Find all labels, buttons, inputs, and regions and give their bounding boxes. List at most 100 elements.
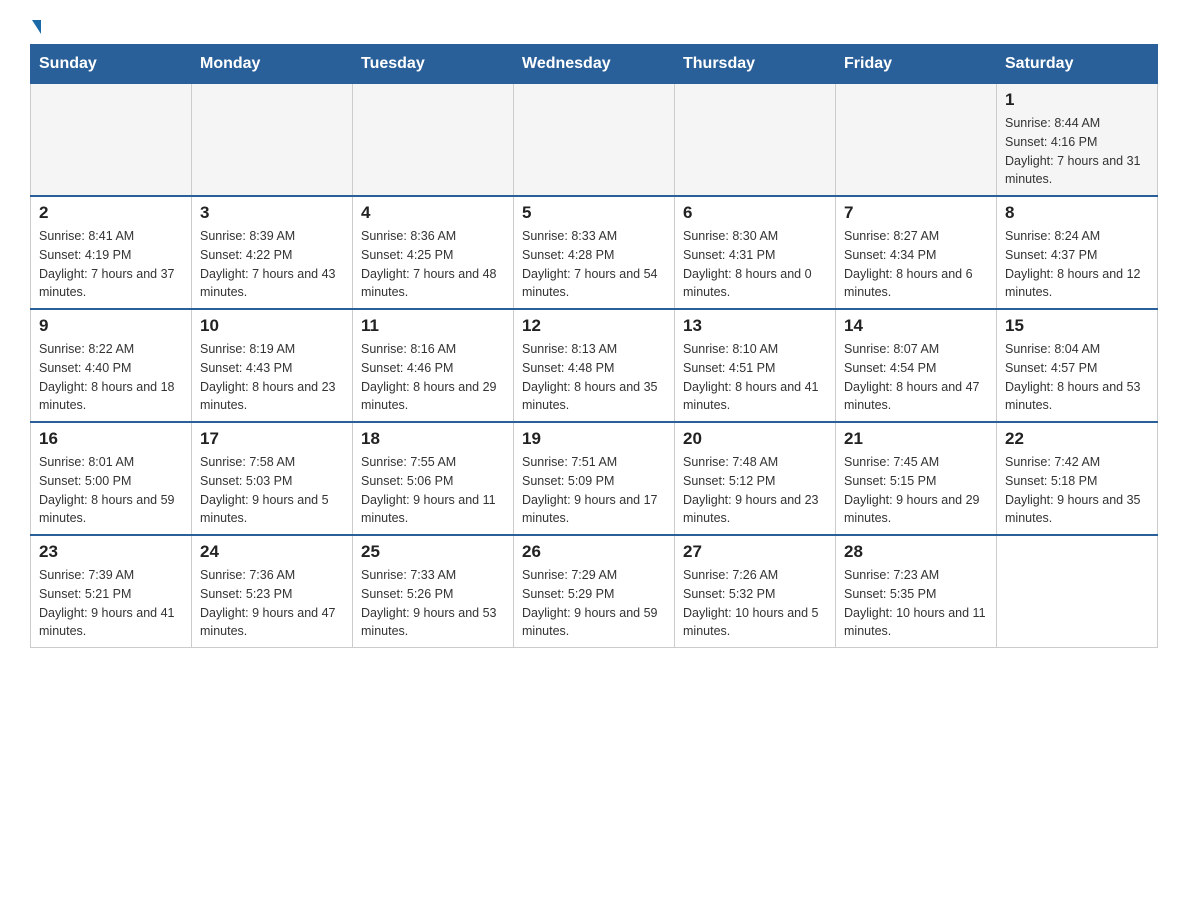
day-number: 6: [683, 203, 827, 223]
calendar-cell: [997, 535, 1158, 648]
day-number: 8: [1005, 203, 1149, 223]
calendar-cell: 26 Sunrise: 7:29 AMSunset: 5:29 PMDayligh…: [514, 535, 675, 648]
day-info: Sunrise: 7:45 AMSunset: 5:15 PMDaylight:…: [844, 453, 988, 528]
day-number: 4: [361, 203, 505, 223]
day-info: Sunrise: 7:33 AMSunset: 5:26 PMDaylight:…: [361, 566, 505, 641]
day-number: 5: [522, 203, 666, 223]
calendar-cell: 17 Sunrise: 7:58 AMSunset: 5:03 PMDayligh…: [192, 422, 353, 535]
logo-arrow-icon: [32, 20, 41, 34]
day-info: Sunrise: 8:22 AMSunset: 4:40 PMDaylight:…: [39, 340, 183, 415]
day-info: Sunrise: 8:41 AMSunset: 4:19 PMDaylight:…: [39, 227, 183, 302]
day-info: Sunrise: 8:30 AMSunset: 4:31 PMDaylight:…: [683, 227, 827, 302]
day-number: 15: [1005, 316, 1149, 336]
day-number: 28: [844, 542, 988, 562]
calendar-cell: 16 Sunrise: 8:01 AMSunset: 5:00 PMDayligh…: [31, 422, 192, 535]
day-number: 2: [39, 203, 183, 223]
calendar-cell: [675, 84, 836, 197]
day-number: 12: [522, 316, 666, 336]
day-info: Sunrise: 8:39 AMSunset: 4:22 PMDaylight:…: [200, 227, 344, 302]
calendar-cell: 20 Sunrise: 7:48 AMSunset: 5:12 PMDayligh…: [675, 422, 836, 535]
day-info: Sunrise: 8:01 AMSunset: 5:00 PMDaylight:…: [39, 453, 183, 528]
day-info: Sunrise: 8:10 AMSunset: 4:51 PMDaylight:…: [683, 340, 827, 415]
day-info: Sunrise: 7:23 AMSunset: 5:35 PMDaylight:…: [844, 566, 988, 641]
day-number: 16: [39, 429, 183, 449]
day-number: 22: [1005, 429, 1149, 449]
day-number: 20: [683, 429, 827, 449]
day-info: Sunrise: 7:29 AMSunset: 5:29 PMDaylight:…: [522, 566, 666, 641]
weekday-header-saturday: Saturday: [997, 45, 1158, 84]
calendar-cell: 28 Sunrise: 7:23 AMSunset: 5:35 PMDayligh…: [836, 535, 997, 648]
day-number: 7: [844, 203, 988, 223]
day-info: Sunrise: 8:16 AMSunset: 4:46 PMDaylight:…: [361, 340, 505, 415]
calendar-cell: [31, 84, 192, 197]
calendar-cell: 6 Sunrise: 8:30 AMSunset: 4:31 PMDaylight…: [675, 196, 836, 309]
week-row-1: 1 Sunrise: 8:44 AMSunset: 4:16 PMDaylight…: [31, 84, 1158, 197]
day-number: 13: [683, 316, 827, 336]
day-number: 26: [522, 542, 666, 562]
weekday-header-wednesday: Wednesday: [514, 45, 675, 84]
week-row-4: 16 Sunrise: 8:01 AMSunset: 5:00 PMDayligh…: [31, 422, 1158, 535]
calendar-cell: 19 Sunrise: 7:51 AMSunset: 5:09 PMDayligh…: [514, 422, 675, 535]
day-info: Sunrise: 7:48 AMSunset: 5:12 PMDaylight:…: [683, 453, 827, 528]
calendar-cell: 10 Sunrise: 8:19 AMSunset: 4:43 PMDayligh…: [192, 309, 353, 422]
day-number: 18: [361, 429, 505, 449]
calendar-cell: 13 Sunrise: 8:10 AMSunset: 4:51 PMDayligh…: [675, 309, 836, 422]
day-number: 14: [844, 316, 988, 336]
calendar-cell: 24Sunrise: 7:36 AMSunset: 5:23 PMDayligh…: [192, 535, 353, 648]
day-number: 10: [200, 316, 344, 336]
day-info: Sunrise: 8:44 AMSunset: 4:16 PMDaylight:…: [1005, 114, 1149, 189]
day-info: Sunrise: 8:13 AMSunset: 4:48 PMDaylight:…: [522, 340, 666, 415]
day-number: 11: [361, 316, 505, 336]
day-info: Sunrise: 8:36 AMSunset: 4:25 PMDaylight:…: [361, 227, 505, 302]
day-info: Sunrise: 7:36 AMSunset: 5:23 PMDaylight:…: [200, 566, 344, 641]
calendar-cell: 21 Sunrise: 7:45 AMSunset: 5:15 PMDayligh…: [836, 422, 997, 535]
day-number: 21: [844, 429, 988, 449]
weekday-header-friday: Friday: [836, 45, 997, 84]
weekday-header-row: SundayMondayTuesdayWednesdayThursdayFrid…: [31, 45, 1158, 84]
week-row-2: 2 Sunrise: 8:41 AMSunset: 4:19 PMDaylight…: [31, 196, 1158, 309]
calendar-cell: 3 Sunrise: 8:39 AMSunset: 4:22 PMDaylight…: [192, 196, 353, 309]
calendar-cell: 22 Sunrise: 7:42 AMSunset: 5:18 PMDayligh…: [997, 422, 1158, 535]
weekday-header-monday: Monday: [192, 45, 353, 84]
day-info: Sunrise: 7:58 AMSunset: 5:03 PMDaylight:…: [200, 453, 344, 528]
calendar-cell: 7Sunrise: 8:27 AMSunset: 4:34 PMDaylight…: [836, 196, 997, 309]
calendar-cell: 25 Sunrise: 7:33 AMSunset: 5:26 PMDayligh…: [353, 535, 514, 648]
day-info: Sunrise: 8:24 AMSunset: 4:37 PMDaylight:…: [1005, 227, 1149, 302]
day-number: 19: [522, 429, 666, 449]
day-info: Sunrise: 8:07 AMSunset: 4:54 PMDaylight:…: [844, 340, 988, 415]
weekday-header-thursday: Thursday: [675, 45, 836, 84]
calendar-cell: 5 Sunrise: 8:33 AMSunset: 4:28 PMDaylight…: [514, 196, 675, 309]
day-info: Sunrise: 7:39 AMSunset: 5:21 PMDaylight:…: [39, 566, 183, 641]
day-info: Sunrise: 7:42 AMSunset: 5:18 PMDaylight:…: [1005, 453, 1149, 528]
day-number: 3: [200, 203, 344, 223]
weekday-header-sunday: Sunday: [31, 45, 192, 84]
calendar-cell: 27Sunrise: 7:26 AMSunset: 5:32 PMDayligh…: [675, 535, 836, 648]
calendar-table: SundayMondayTuesdayWednesdayThursdayFrid…: [30, 44, 1158, 648]
calendar-cell: 1 Sunrise: 8:44 AMSunset: 4:16 PMDaylight…: [997, 84, 1158, 197]
day-number: 25: [361, 542, 505, 562]
calendar-cell: [192, 84, 353, 197]
calendar-cell: 23 Sunrise: 7:39 AMSunset: 5:21 PMDayligh…: [31, 535, 192, 648]
calendar-cell: 9 Sunrise: 8:22 AMSunset: 4:40 PMDaylight…: [31, 309, 192, 422]
calendar-cell: 18 Sunrise: 7:55 AMSunset: 5:06 PMDayligh…: [353, 422, 514, 535]
day-info: Sunrise: 7:55 AMSunset: 5:06 PMDaylight:…: [361, 453, 505, 528]
day-number: 17: [200, 429, 344, 449]
day-info: Sunrise: 8:33 AMSunset: 4:28 PMDaylight:…: [522, 227, 666, 302]
calendar-cell: 4 Sunrise: 8:36 AMSunset: 4:25 PMDaylight…: [353, 196, 514, 309]
calendar-cell: 12 Sunrise: 8:13 AMSunset: 4:48 PMDayligh…: [514, 309, 675, 422]
day-info: Sunrise: 8:19 AMSunset: 4:43 PMDaylight:…: [200, 340, 344, 415]
calendar-cell: [514, 84, 675, 197]
page-header: [30, 20, 1158, 34]
day-number: 23: [39, 542, 183, 562]
week-row-5: 23 Sunrise: 7:39 AMSunset: 5:21 PMDayligh…: [31, 535, 1158, 648]
calendar-cell: [836, 84, 997, 197]
day-number: 1: [1005, 90, 1149, 110]
calendar-cell: 11 Sunrise: 8:16 AMSunset: 4:46 PMDayligh…: [353, 309, 514, 422]
calendar-cell: 2 Sunrise: 8:41 AMSunset: 4:19 PMDaylight…: [31, 196, 192, 309]
day-number: 27: [683, 542, 827, 562]
weekday-header-tuesday: Tuesday: [353, 45, 514, 84]
day-info: Sunrise: 7:51 AMSunset: 5:09 PMDaylight:…: [522, 453, 666, 528]
day-number: 9: [39, 316, 183, 336]
calendar-cell: 14 Sunrise: 8:07 AMSunset: 4:54 PMDayligh…: [836, 309, 997, 422]
calendar-cell: [353, 84, 514, 197]
